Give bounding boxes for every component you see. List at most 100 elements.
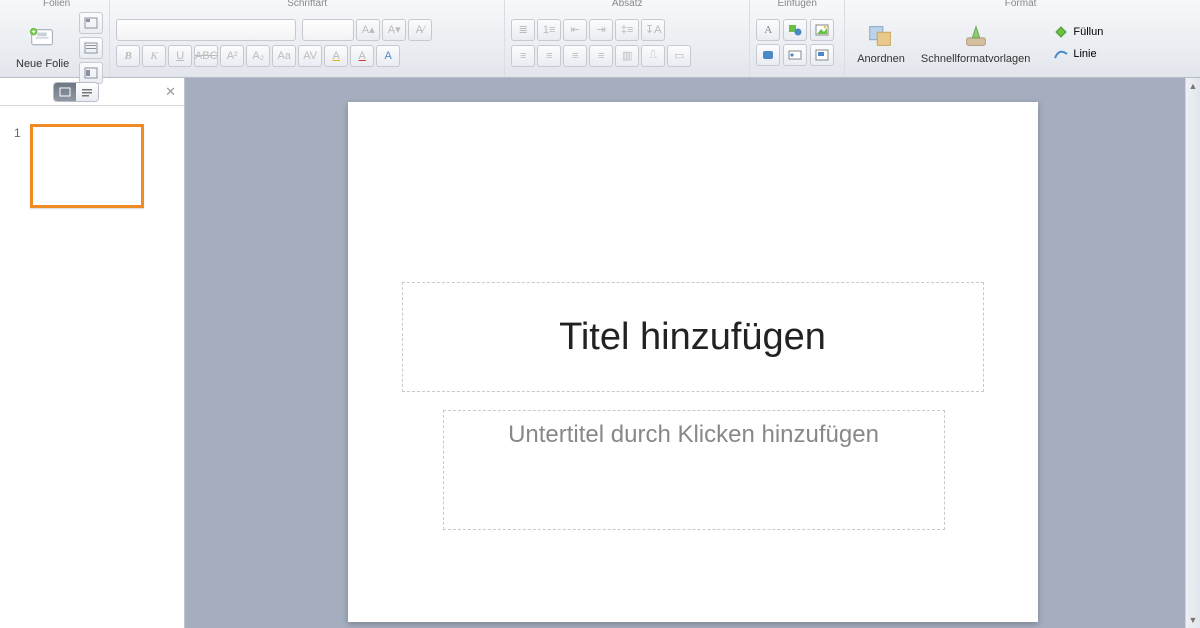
ribbon-group-format: Format Anordnen Schnellformatvorlagen Fü… [845, 0, 1196, 77]
align-center-icon: ≡ [546, 50, 552, 62]
ribbon-label-format: Format [845, 0, 1196, 9]
bold-button[interactable]: B [116, 45, 140, 67]
font-color-button[interactable]: A [350, 45, 374, 67]
font-color-icon: A [359, 50, 366, 62]
text-effect-button[interactable]: A [376, 45, 400, 67]
shapes-button[interactable] [783, 19, 807, 41]
thumbnails-icon [59, 87, 71, 97]
fill-button[interactable]: Füllun [1053, 24, 1103, 40]
outdent-icon: ⇤ [571, 23, 580, 36]
text-box-button[interactable]: A [756, 19, 780, 41]
ribbon: Folien Neue Folie Schrif [0, 0, 1200, 78]
font-size-input[interactable] [302, 19, 354, 41]
picture-icon [815, 24, 829, 36]
quickstyles-icon [961, 21, 991, 51]
outdent-button[interactable]: ⇤ [563, 19, 587, 41]
align-text-button[interactable]: ⎍ [641, 45, 665, 67]
slide-number: 1 [14, 126, 21, 140]
line-spacing-icon: ‡≡ [621, 24, 634, 36]
superscript-button[interactable]: A² [220, 45, 244, 67]
picture-button[interactable] [810, 19, 834, 41]
align-right-icon: ≡ [572, 50, 578, 62]
ribbon-label-absatz: Absatz [505, 0, 749, 9]
shapes-icon [788, 24, 802, 36]
object-icon [815, 49, 829, 61]
ribbon-label-schriftart: Schriftart [110, 0, 504, 9]
layout-button[interactable] [79, 12, 103, 34]
schnellformat-button[interactable]: Schnellformatvorlagen [915, 17, 1036, 69]
ribbon-group-einfugen: Einfügen A [750, 0, 845, 77]
slide-panel: ✕ 1 [0, 78, 185, 628]
line-button[interactable]: Linie [1053, 46, 1103, 62]
align-left-button[interactable]: ≡ [511, 45, 535, 67]
grow-font-button[interactable]: A▴ [356, 19, 380, 41]
insert-shape-button[interactable] [756, 44, 780, 66]
indent-icon: ⇥ [597, 23, 606, 36]
align-right-button[interactable]: ≡ [563, 45, 587, 67]
align-center-button[interactable]: ≡ [537, 45, 561, 67]
subscript-button[interactable]: A₂ [246, 45, 270, 67]
change-case-button[interactable]: Aa [272, 45, 296, 67]
number-list-button[interactable]: 1≡ [537, 19, 561, 41]
line-icon [1053, 46, 1069, 62]
align-text-icon: ⎍ [649, 49, 657, 62]
fill-label: Füllun [1073, 26, 1103, 38]
insert-object-button[interactable] [810, 44, 834, 66]
chevron-up-icon: ▲ [1189, 81, 1198, 91]
ribbon-group-absatz: Absatz ≣ 1≡ ⇤ ⇥ ‡≡ ↧A ≡ ≡ ≡ ≡ ▥ ⎍ [505, 0, 750, 77]
shrink-font-button[interactable]: A▾ [382, 19, 406, 41]
vertical-scrollbar[interactable]: ▲ ▼ [1185, 78, 1200, 628]
bullet-list-button[interactable]: ≣ [511, 19, 535, 41]
new-slide-button[interactable]: Neue Folie [10, 22, 75, 74]
italic-button[interactable]: K [142, 45, 166, 67]
ribbon-group-schriftart: Schriftart A▴ A▾ A⁄ B K U ABC A² A₂ [110, 0, 505, 77]
clear-format-button[interactable]: A⁄ [408, 19, 432, 41]
smartart-button[interactable]: ▭ [667, 45, 691, 67]
anordnen-button[interactable]: Anordnen [851, 17, 911, 69]
scroll-up-button[interactable]: ▲ [1186, 78, 1200, 94]
indent-button[interactable]: ⇥ [589, 19, 613, 41]
insert-media-button[interactable] [783, 44, 807, 66]
arrange-icon [866, 21, 896, 51]
thumbnails-tab[interactable] [54, 83, 76, 101]
reset-button[interactable] [79, 37, 103, 59]
slide-thumbnail[interactable]: 1 [30, 124, 170, 208]
strike-button[interactable]: ABC [194, 45, 218, 67]
outline-tab[interactable] [76, 83, 98, 101]
chevron-down-icon: ▼ [1189, 615, 1198, 625]
align-left-icon: ≡ [520, 50, 526, 62]
title-placeholder[interactable]: Titel hinzufügen [402, 282, 984, 392]
align-justify-icon: ≡ [598, 50, 604, 62]
media-icon [788, 49, 802, 61]
close-icon: ✕ [165, 84, 176, 99]
text-box-icon: A [764, 24, 772, 36]
columns-button[interactable]: ▥ [615, 45, 639, 67]
subtitle-placeholder[interactable]: Untertitel durch Klicken hinzufügen [443, 410, 945, 530]
font-name-input[interactable] [116, 19, 296, 41]
eraser-icon: A⁄ [416, 24, 425, 36]
align-justify-button[interactable]: ≡ [589, 45, 613, 67]
smartart-icon: ▭ [674, 49, 684, 62]
columns-icon: ▥ [622, 49, 632, 62]
slide[interactable]: Titel hinzufügen Untertitel durch Klicke… [348, 102, 1038, 622]
highlight-button[interactable]: A [324, 45, 348, 67]
text-direction-button[interactable]: ↧A [641, 19, 665, 41]
outline-icon [81, 87, 93, 97]
numbered-icon: 1≡ [543, 24, 556, 36]
scroll-down-button[interactable]: ▼ [1186, 612, 1200, 628]
slide-canvas[interactable]: Titel hinzufügen Untertitel durch Klicke… [185, 78, 1200, 628]
schnellformat-label: Schnellformatvorlagen [921, 53, 1030, 65]
line-label: Linie [1073, 48, 1096, 60]
text-direction-icon: ↧A [645, 23, 662, 36]
line-spacing-button[interactable]: ‡≡ [615, 19, 639, 41]
editor-area: ✕ 1 Titel hinzufügen Untertitel durch Kl… [0, 78, 1200, 628]
thumbnail-list: 1 [0, 106, 184, 226]
ribbon-group-folien: Folien Neue Folie [4, 0, 110, 77]
close-panel-button[interactable]: ✕ [165, 84, 176, 100]
underline-button[interactable]: U [168, 45, 192, 67]
slide-thumbnail-preview [30, 124, 144, 208]
title-placeholder-text: Titel hinzufügen [559, 316, 826, 359]
new-slide-icon [28, 26, 58, 56]
char-spacing-button[interactable]: AV [298, 45, 322, 67]
ribbon-label-einfugen: Einfügen [750, 0, 844, 9]
